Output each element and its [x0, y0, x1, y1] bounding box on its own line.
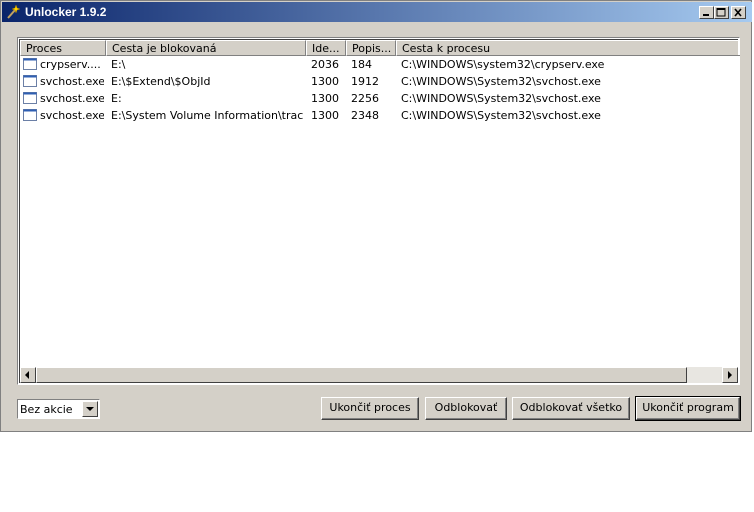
- title-bar[interactable]: Unlocker 1.9.2: [2, 2, 752, 22]
- cell-locked-path: E:\: [111, 58, 126, 71]
- scroll-right-button[interactable]: [722, 367, 738, 383]
- cell-process: svchost.exe: [40, 92, 104, 105]
- cell-locked-path: E:\$Extend\$ObjId: [111, 75, 211, 88]
- process-list[interactable]: Proces Cesta je blokovaná Ide... Popis..…: [17, 37, 740, 385]
- cell-pid: 1300: [311, 92, 339, 105]
- table-row[interactable]: svchost.exe E:\System Volume Information…: [20, 107, 738, 124]
- cell-process-path: C:\WINDOWS\system32\crypserv.exe: [401, 58, 605, 71]
- arrow-right-icon: [728, 371, 732, 379]
- cell-process: crypserv....: [40, 58, 101, 71]
- dropdown-button[interactable]: [82, 401, 98, 417]
- cell-process-path: C:\WINDOWS\System32\svchost.exe: [401, 109, 601, 122]
- horizontal-scrollbar[interactable]: [20, 367, 738, 383]
- close-button[interactable]: [731, 6, 746, 19]
- process-window-icon: [23, 75, 37, 87]
- process-window-icon: [23, 92, 37, 104]
- quit-button[interactable]: Ukončiť program: [635, 396, 741, 421]
- cell-process-path: C:\WINDOWS\System32\svchost.exe: [401, 75, 601, 88]
- action-select-value: Bez akcie: [20, 403, 73, 416]
- action-select[interactable]: Bez akcie: [17, 399, 100, 419]
- maximize-icon: [716, 8, 726, 17]
- table-row[interactable]: crypserv.... E:\ 2036 184 C:\WINDOWS\sys…: [20, 56, 738, 73]
- cell-locked-path: E:\System Volume Information\tracki...: [111, 109, 303, 122]
- column-header-handle[interactable]: Popis...: [346, 40, 396, 56]
- unlock-button[interactable]: Odblokovať: [425, 397, 507, 420]
- cell-process: svchost.exe: [40, 109, 104, 122]
- cell-process-path: C:\WINDOWS\System32\svchost.exe: [401, 92, 601, 105]
- unlocker-window: Unlocker 1.9.2 Proces Cesta je blokovaná…: [0, 0, 752, 432]
- cell-handle: 184: [351, 58, 372, 71]
- scroll-thumb[interactable]: [36, 367, 687, 383]
- process-window-icon: [23, 109, 37, 121]
- column-header-locked-path[interactable]: Cesta je blokovaná: [106, 40, 306, 56]
- minimize-icon: [703, 14, 709, 16]
- table-row[interactable]: svchost.exe E:\$Extend\$ObjId 1300 1912 …: [20, 73, 738, 90]
- kill-process-button[interactable]: Ukončiť proces: [321, 397, 419, 420]
- cell-pid: 1300: [311, 75, 339, 88]
- chevron-down-icon: [86, 407, 94, 411]
- unlock-all-button[interactable]: Odblokovať všetko: [512, 397, 630, 420]
- cell-handle: 2348: [351, 109, 379, 122]
- column-header-process[interactable]: Proces: [20, 40, 106, 56]
- column-header-process-path[interactable]: Cesta k procesu: [396, 40, 740, 56]
- cell-pid: 2036: [311, 58, 339, 71]
- cell-handle: 2256: [351, 92, 379, 105]
- cell-locked-path: E:: [111, 92, 122, 105]
- window-title: Unlocker 1.9.2: [25, 5, 107, 19]
- close-icon: [734, 8, 742, 17]
- scroll-left-button[interactable]: [20, 367, 36, 383]
- cell-process: svchost.exe: [40, 75, 104, 88]
- table-row[interactable]: svchost.exe E: 1300 2256 C:\WINDOWS\Syst…: [20, 90, 738, 107]
- wand-icon: [7, 4, 21, 19]
- minimize-button[interactable]: [699, 6, 714, 19]
- process-window-icon: [23, 58, 37, 70]
- list-header: Proces Cesta je blokovaná Ide... Popis..…: [20, 40, 740, 56]
- cell-pid: 1300: [311, 109, 339, 122]
- cell-handle: 1912: [351, 75, 379, 88]
- arrow-left-icon: [25, 371, 29, 379]
- column-header-pid[interactable]: Ide...: [306, 40, 346, 56]
- maximize-button[interactable]: [714, 6, 729, 19]
